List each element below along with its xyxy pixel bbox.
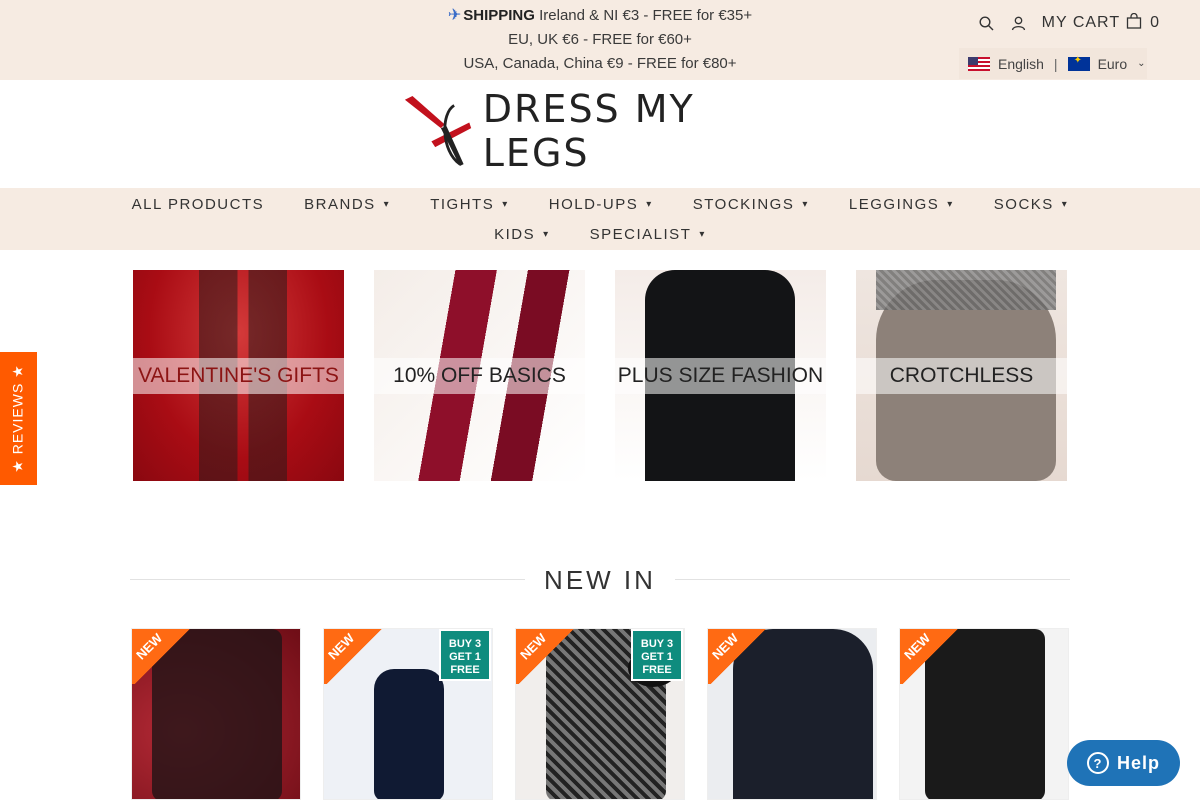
us-flag-icon <box>968 56 990 71</box>
tile-label: VALENTINE'S GIFTS <box>133 358 344 394</box>
utility-links: MY CART 0 <box>978 10 1160 36</box>
chevron-down-icon: ▾ <box>646 198 653 210</box>
locale-divider: | <box>1053 55 1058 72</box>
product-image <box>374 669 444 799</box>
shipping-line-1: Ireland & NI €3 - FREE for €35+ <box>539 7 753 24</box>
nav-item-tights[interactable]: TIGHTS ▾ <box>410 193 529 215</box>
new-badge: NEW <box>132 629 192 684</box>
help-button[interactable]: ? Help <box>1067 740 1180 786</box>
language-label: English <box>998 55 1044 72</box>
promo-badge: BUY 3 GET 1 FREE <box>439 629 491 681</box>
nav-row-2: KIDS ▾ SPECIALIST ▾ <box>0 223 1200 245</box>
product-card[interactable]: NEW BUY 3 GET 1 FREE <box>515 628 685 800</box>
nav-label: LEGGINGS <box>848 195 940 213</box>
new-badge-label: NEW <box>901 630 934 663</box>
nav-item-specialist[interactable]: SPECIALIST ▾ <box>570 223 726 245</box>
announcement-bar: ✈ SHIPPING Ireland & NI €3 - FREE for €35… <box>0 0 1200 80</box>
search-icon[interactable] <box>978 14 996 32</box>
logo-area: DRESS MY LEGS <box>0 80 1200 188</box>
category-tiles: VALENTINE'S GIFTS 10% OFF BASICS PLUS SI… <box>133 270 1067 481</box>
nav-item-all-products[interactable]: ALL PRODUCTS <box>112 193 284 215</box>
locale-selector[interactable]: English | Euro ⌄ <box>959 48 1147 79</box>
account-icon[interactable] <box>1010 14 1028 32</box>
site-logo[interactable]: DRESS MY LEGS <box>403 87 798 175</box>
product-card[interactable]: NEW <box>131 628 301 800</box>
chevron-down-icon: ▾ <box>802 198 809 210</box>
chevron-down-icon: ▾ <box>502 198 509 210</box>
tile-basics[interactable]: 10% OFF BASICS <box>374 270 585 481</box>
nav-item-leggings[interactable]: LEGGINGS ▾ <box>829 193 974 215</box>
chevron-down-icon: ▾ <box>1061 198 1069 210</box>
cart-link[interactable]: MY CART 0 <box>1041 12 1160 34</box>
nav-item-stockings[interactable]: STOCKINGS ▾ <box>673 193 829 215</box>
chevron-down-icon: ▾ <box>383 198 391 210</box>
tile-label: PLUS SIZE FASHION <box>615 358 826 394</box>
nav-label: SOCKS <box>993 195 1054 213</box>
chevron-down-icon: ⌄ <box>1137 58 1146 69</box>
nav-label: HOLD-UPS <box>548 195 639 213</box>
tile-label: CROTCHLESS <box>856 358 1067 394</box>
main-nav: ALL PRODUCTS BRANDS ▾ TIGHTS ▾ HOLD-UPS ▾ S… <box>0 188 1200 250</box>
nav-label: ALL PRODUCTS <box>131 195 265 213</box>
nav-label: SPECIALIST <box>589 225 692 243</box>
chevron-down-icon: ▾ <box>947 198 954 210</box>
nav-item-kids[interactable]: KIDS ▾ <box>474 223 570 245</box>
currency-label: Euro <box>1097 55 1128 72</box>
cart-label: MY CART <box>1041 14 1121 31</box>
promo-line: GET 1 <box>641 651 673 663</box>
help-label: Help <box>1116 752 1160 773</box>
new-badge: NEW <box>516 629 576 684</box>
nav-item-socks[interactable]: SOCKS ▾ <box>974 193 1089 215</box>
promo-line: FREE <box>642 664 672 676</box>
nav-row-1: ALL PRODUCTS BRANDS ▾ TIGHTS ▾ HOLD-UPS ▾ S… <box>0 193 1200 215</box>
nav-label: KIDS <box>494 225 536 243</box>
promo-line: BUY 3 <box>640 638 674 650</box>
tile-lace-detail <box>876 270 1056 310</box>
new-badge-label: NEW <box>325 630 358 663</box>
nav-label: BRANDS <box>304 195 376 213</box>
cart-count: 0 <box>1150 14 1160 31</box>
tile-label: 10% OFF BASICS <box>374 358 585 394</box>
new-badge-label: NEW <box>517 630 550 663</box>
product-grid: NEW NEW BUY 3 GET 1 FREE NEW BUY 3 GET 1… <box>131 628 1069 800</box>
nav-item-brands[interactable]: BRANDS ▾ <box>284 193 410 215</box>
new-badge-label: NEW <box>133 630 166 663</box>
tile-crotchless[interactable]: CROTCHLESS <box>856 270 1067 481</box>
tile-plus-size[interactable]: PLUS SIZE FASHION <box>615 270 826 481</box>
question-icon: ? <box>1086 752 1109 774</box>
reviews-label: ★ REVIEWS ★ <box>10 364 27 473</box>
promo-line: GET 1 <box>449 651 481 663</box>
product-card[interactable]: NEW BUY 3 GET 1 FREE <box>323 628 493 800</box>
eu-flag-icon <box>1067 55 1090 71</box>
cart-bag-icon <box>1126 12 1142 34</box>
new-badge: NEW <box>708 629 768 684</box>
brand-name: DRESS MY LEGS <box>482 87 695 175</box>
promo-badge: BUY 3 GET 1 FREE <box>631 629 683 681</box>
reviews-tab[interactable]: ★ REVIEWS ★ <box>0 352 37 485</box>
airplane-icon: ✈ <box>447 7 462 24</box>
new-in-section-header: NEW IN <box>130 562 1070 598</box>
promo-line: BUY 3 <box>448 638 482 650</box>
chevron-down-icon: ▾ <box>543 228 550 240</box>
nav-item-hold-ups[interactable]: HOLD-UPS ▾ <box>529 193 673 215</box>
product-card[interactable]: NEW <box>899 628 1069 800</box>
legs-logo-icon <box>404 95 472 167</box>
new-badge: NEW <box>324 629 384 684</box>
tile-valentines-gifts[interactable]: VALENTINE'S GIFTS <box>133 270 344 481</box>
shipping-label: SHIPPING <box>463 7 535 24</box>
new-badge: NEW <box>900 629 960 684</box>
section-title: NEW IN <box>544 565 656 595</box>
chevron-down-icon: ▾ <box>699 228 706 240</box>
nav-label: TIGHTS <box>430 195 495 213</box>
product-card[interactable]: NEW <box>707 628 877 800</box>
promo-line: FREE <box>450 664 480 676</box>
new-badge-label: NEW <box>709 630 742 663</box>
nav-label: STOCKINGS <box>692 195 795 213</box>
